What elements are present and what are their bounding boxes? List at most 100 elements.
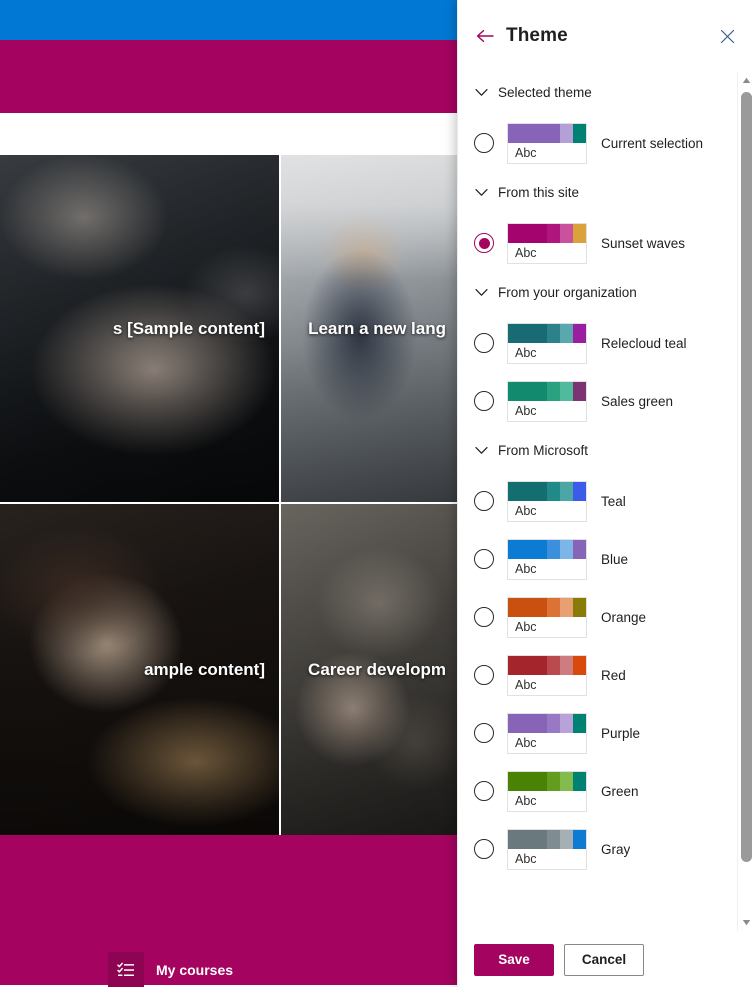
site-tile[interactable]: Learn a new lang (281, 155, 460, 502)
swatch-color-0 (508, 481, 547, 501)
theme-panel-footer: Save Cancel (458, 931, 754, 987)
theme-group-header[interactable]: From Microsoft (474, 438, 729, 462)
swatch-color-2 (560, 713, 573, 733)
theme-option-row[interactable]: Abc Relecloud teal (474, 314, 729, 372)
theme-option-row[interactable]: Abc Sunset waves (474, 214, 729, 272)
swatch-color-3 (573, 539, 586, 559)
save-button[interactable]: Save (474, 943, 554, 976)
theme-option-row[interactable]: Abc Sales green (474, 372, 729, 430)
theme-option-row[interactable]: Abc Red (474, 646, 729, 704)
swatch-color-0 (508, 771, 547, 791)
screen: s [Sample content] Learn a new lang ampl… (0, 0, 754, 987)
back-arrow-icon[interactable] (474, 25, 496, 47)
cancel-button[interactable]: Cancel (564, 943, 644, 976)
theme-option-row[interactable]: Abc Teal (474, 472, 729, 530)
site-tile[interactable]: Career developm (281, 504, 460, 835)
theme-color-swatch[interactable]: Abc (507, 538, 587, 580)
theme-option-row[interactable]: Abc Current selection (474, 114, 729, 172)
swatch-color-1 (547, 713, 560, 733)
theme-radio-button[interactable] (474, 665, 494, 685)
scrollbar-thumb[interactable] (741, 92, 752, 862)
swatch-color-3 (573, 829, 586, 849)
theme-radio-button[interactable] (474, 549, 494, 569)
theme-color-swatch[interactable]: Abc (507, 380, 587, 422)
swatch-color-2 (560, 539, 573, 559)
theme-group-label: From your organization (498, 284, 637, 300)
chevron-down-icon (474, 443, 488, 457)
swatch-color-0 (508, 223, 547, 243)
theme-radio-button[interactable] (474, 333, 494, 353)
theme-option-label: Green (601, 783, 639, 799)
swatch-color-3 (573, 771, 586, 791)
site-content-spacer (0, 113, 460, 155)
theme-color-swatch[interactable]: Abc (507, 770, 587, 812)
site-tile[interactable]: ample content] (0, 504, 279, 835)
swatch-color-bars (508, 223, 586, 243)
theme-radio-button[interactable] (474, 723, 494, 743)
swatch-color-3 (573, 713, 586, 733)
swatch-color-2 (560, 829, 573, 849)
site-tile-grid: s [Sample content] Learn a new lang ampl… (0, 155, 460, 835)
swatch-color-bars (508, 381, 586, 401)
theme-option-label: Purple (601, 725, 641, 741)
theme-group-header[interactable]: Selected theme (474, 80, 729, 104)
theme-color-swatch[interactable]: Abc (507, 712, 587, 754)
swatch-sample-text: Abc (515, 503, 537, 518)
theme-option-row[interactable]: Abc Orange (474, 588, 729, 646)
theme-radio-button[interactable] (474, 781, 494, 801)
scroll-down-arrow-icon[interactable] (738, 914, 754, 931)
swatch-color-0 (508, 123, 547, 143)
theme-option-row[interactable]: Abc Purple (474, 704, 729, 762)
swatch-color-3 (573, 655, 586, 675)
theme-radio-button[interactable] (474, 133, 494, 153)
swatch-sample-text: Abc (515, 145, 537, 160)
theme-color-swatch[interactable]: Abc (507, 596, 587, 638)
theme-radio-button[interactable] (474, 839, 494, 859)
swatch-color-bars (508, 323, 586, 343)
swatch-sample-text: Abc (515, 561, 537, 576)
swatch-color-3 (573, 597, 586, 617)
swatch-color-bars (508, 771, 586, 791)
theme-option-row[interactable]: Abc Gray (474, 820, 729, 878)
swatch-color-0 (508, 655, 547, 675)
theme-option-label: Sunset waves (601, 235, 686, 251)
theme-color-swatch[interactable]: Abc (507, 828, 587, 870)
swatch-sample-text: Abc (515, 619, 537, 634)
theme-option-label: Orange (601, 609, 647, 625)
checklist-icon (108, 952, 144, 987)
swatch-color-1 (547, 655, 560, 675)
swatch-color-1 (547, 539, 560, 559)
swatch-sample-text: Abc (515, 793, 537, 808)
site-hero-banner (0, 40, 460, 113)
theme-color-swatch[interactable]: Abc (507, 322, 587, 364)
swatch-color-3 (573, 323, 586, 343)
swatch-color-bars (508, 713, 586, 733)
swatch-color-2 (560, 771, 573, 791)
panel-scrollbar[interactable] (737, 72, 754, 931)
theme-option-row[interactable]: Abc Green (474, 762, 729, 820)
swatch-color-1 (547, 481, 560, 501)
theme-option-label: Gray (601, 841, 631, 857)
theme-color-swatch[interactable]: Abc (507, 122, 587, 164)
swatch-color-2 (560, 323, 573, 343)
theme-color-swatch[interactable]: Abc (507, 654, 587, 696)
theme-option-row[interactable]: Abc Blue (474, 530, 729, 588)
tile-caption: Learn a new lang (308, 318, 446, 338)
tile-caption: s [Sample content] (112, 318, 265, 338)
theme-radio-button[interactable] (474, 491, 494, 511)
theme-group-header[interactable]: From your organization (474, 280, 729, 304)
theme-panel: Theme Selected theme Abc Current selection… (457, 0, 754, 987)
site-tile[interactable]: s [Sample content] (0, 155, 279, 502)
swatch-color-2 (560, 481, 573, 501)
theme-radio-button[interactable] (474, 391, 494, 411)
theme-radio-button[interactable] (474, 607, 494, 627)
scroll-up-arrow-icon[interactable] (738, 72, 754, 89)
theme-radio-button[interactable] (474, 233, 494, 253)
background-site-page: s [Sample content] Learn a new lang ampl… (0, 0, 460, 987)
theme-group-header[interactable]: From this site (474, 180, 729, 204)
footer-link-my-courses[interactable]: My courses (108, 952, 233, 987)
theme-color-swatch[interactable]: Abc (507, 480, 587, 522)
theme-color-swatch[interactable]: Abc (507, 222, 587, 264)
close-icon[interactable] (714, 23, 740, 49)
theme-group-label: From Microsoft (498, 442, 589, 458)
